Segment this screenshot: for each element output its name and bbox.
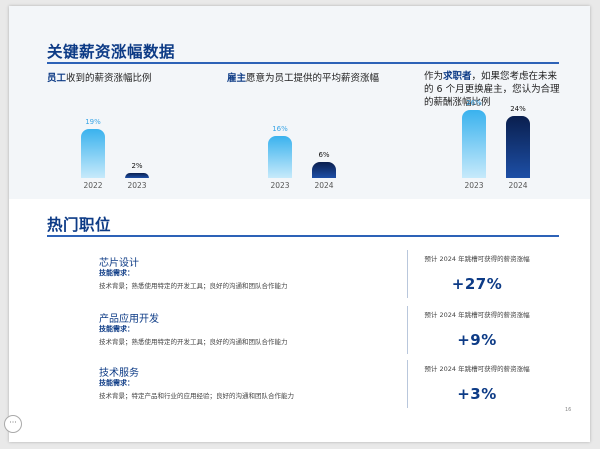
section-title-hot-jobs: 热门职位: [47, 216, 112, 234]
chart-label-bold: 雇主: [227, 73, 247, 84]
bar-value-label: 16%: [272, 125, 288, 134]
x-tick-label: 2024: [508, 181, 528, 190]
x-tick-label: 2022: [83, 181, 103, 190]
bar-2023: [125, 172, 149, 178]
chart-label-bold: 求职者: [443, 71, 472, 82]
chart-label-text: 作为: [424, 71, 444, 82]
bar-2023: [462, 110, 486, 178]
bar-2022: [81, 128, 105, 178]
job-raise-percent: +27%: [451, 275, 503, 293]
job-prediction-label: 预计 2024 年跳槽可获得的薪资涨幅: [424, 311, 530, 319]
page-number: 16: [565, 407, 572, 413]
bar-2023: [268, 136, 292, 178]
ellipsis-icon[interactable]: ···: [4, 415, 22, 433]
bar-value-label: 24%: [510, 104, 526, 113]
job-skill-desc: 技术背景；熟悉使用特定的开发工具；良好的沟通和团队合作能力: [99, 338, 288, 346]
bar-2024: [506, 115, 530, 178]
report-page: 关键薪资涨幅数据 员工收到的薪资涨幅比例 雇主愿意为员工提供的平均薪资涨幅 作为…: [9, 6, 590, 442]
bar-value-label: 2%: [131, 161, 143, 170]
x-tick-label: 2024: [314, 181, 334, 190]
chart-label-text: 收到的薪资涨幅比例: [66, 73, 152, 84]
bar-value-label: 19%: [85, 117, 101, 126]
job-prediction-label: 预计 2024 年跳槽可获得的薪资涨幅: [424, 365, 530, 373]
chart-label-employee: 员工收到的薪资涨幅比例: [47, 72, 217, 85]
job-title: 芯片设计: [99, 258, 139, 269]
bar-value-label: 6%: [318, 151, 330, 160]
job-skill-label: 技能需求：: [99, 325, 134, 333]
job-raise-percent: +3%: [457, 385, 497, 403]
chart-label-text: 愿意为员工提供的平均薪资涨幅: [246, 73, 380, 84]
bar-2024: [312, 162, 336, 178]
x-tick-label: 2023: [464, 181, 484, 190]
x-tick-label: 2023: [127, 181, 147, 190]
section-divider: [47, 62, 559, 64]
x-tick-label: 2023: [270, 181, 290, 190]
job-title: 产品应用开发: [99, 314, 159, 325]
job-raise-percent: +9%: [457, 331, 497, 349]
job-skill-label: 技能需求：: [99, 269, 134, 277]
bar-value-label: 26%: [466, 99, 482, 108]
section-title-key-salary: 关键薪资涨幅数据: [47, 43, 176, 61]
section-divider: [47, 235, 559, 237]
job-skill-label: 技能需求：: [99, 379, 134, 387]
chart-label-bold: 员工: [47, 73, 67, 84]
chart-label-jobseeker: 作为求职者，如果您考虑在未来的 6 个月更换雇主，您认为合理的薪酬涨幅比例: [424, 70, 564, 109]
chart-label-employer: 雇主愿意为员工提供的平均薪资涨幅: [227, 72, 407, 85]
job-skill-desc: 技术背景；特定产品和行业的应用经验；良好的沟通和团队合作能力: [99, 392, 294, 400]
job-prediction-label: 预计 2024 年跳槽可获得的薪资涨幅: [424, 255, 530, 263]
job-title: 技术服务: [99, 368, 139, 379]
job-skill-desc: 技术背景；熟悉使用特定的开发工具；良好的沟通和团队合作能力: [99, 282, 288, 290]
